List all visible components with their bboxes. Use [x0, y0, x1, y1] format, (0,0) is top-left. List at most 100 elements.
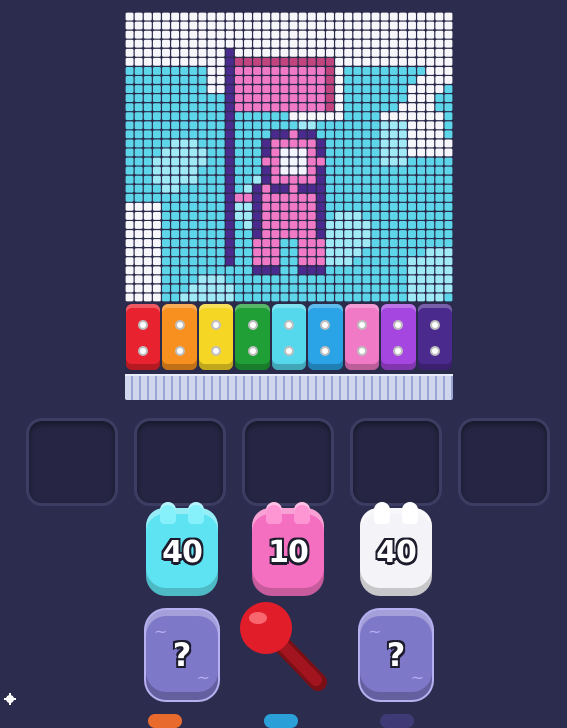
pixel-cell — [362, 85, 371, 93]
pixel-cell — [417, 57, 426, 66]
pixel-cell — [316, 21, 325, 30]
pixel-cell — [280, 239, 289, 248]
pixel-cell — [125, 57, 134, 66]
pixel-cell — [389, 121, 398, 130]
pixel-cell — [426, 103, 435, 112]
pixel-cell — [353, 30, 362, 39]
pixel-cell — [125, 121, 134, 130]
pixel-cell — [207, 112, 216, 121]
block-hole — [211, 320, 222, 330]
pixel-cell — [326, 275, 334, 284]
pixel-cell — [198, 85, 207, 93]
pixel-cell — [298, 193, 307, 202]
pixel-cell — [216, 266, 225, 275]
pixel-cell — [408, 157, 416, 166]
pixel-cell — [162, 221, 170, 229]
pixel-cell — [152, 48, 161, 57]
pixel-cell — [408, 266, 416, 275]
next-shooter-row — [0, 708, 567, 728]
pixel-cell — [408, 76, 416, 84]
pixel-cell — [262, 39, 271, 48]
pixel-cell — [180, 103, 189, 112]
pixel-cell — [289, 121, 298, 130]
pixel-cell — [207, 85, 216, 93]
pixel-cell — [280, 248, 289, 257]
pixel-cell — [444, 202, 453, 211]
pixel-cell — [262, 248, 271, 257]
pixel-cell — [344, 12, 353, 21]
pixel-cell — [271, 148, 280, 157]
pixel-cell — [335, 130, 344, 139]
pixel-cell — [398, 66, 407, 75]
pixel-cell — [125, 39, 134, 48]
empty-slot[interactable] — [26, 418, 118, 506]
empty-slot[interactable] — [242, 418, 334, 506]
block-hole — [283, 320, 294, 330]
pixel-cell — [207, 148, 216, 157]
shooter-pink[interactable]: 10 — [252, 502, 324, 596]
pixel-cell — [344, 166, 353, 175]
pixel-cell — [244, 12, 252, 21]
pixel-cell — [417, 30, 426, 39]
pixel-cell — [435, 66, 444, 75]
gear-icon[interactable] — [4, 693, 16, 705]
pixel-cell — [198, 166, 207, 175]
pixel-cell — [362, 148, 371, 157]
pixel-cell — [189, 284, 198, 293]
pixel-cell — [262, 175, 271, 184]
pixel-cell — [426, 202, 435, 211]
pixel-cell — [244, 221, 252, 229]
pixel-cell — [316, 66, 325, 75]
pixel-cell — [344, 76, 353, 84]
mystery-shooter-left[interactable]: ~ ~ ? — [146, 610, 218, 700]
empty-slot[interactable] — [350, 418, 442, 506]
pixel-cell — [280, 76, 289, 84]
pixel-cell — [143, 148, 152, 157]
color-block-purple — [381, 304, 416, 370]
pixel-cell — [389, 239, 398, 248]
pixel-cell — [162, 85, 170, 93]
pixel-cell — [171, 130, 180, 139]
pixel-cell — [207, 30, 216, 39]
pixel-cell — [326, 130, 334, 139]
pixel-cell — [335, 76, 344, 84]
color-block-pink — [344, 304, 380, 370]
pixel-cell — [189, 175, 198, 184]
pixel-cell — [125, 148, 134, 157]
block-hole — [138, 346, 149, 356]
pixel-cell — [380, 266, 389, 275]
pixel-cell — [125, 175, 134, 184]
pixel-cell — [353, 157, 362, 166]
pixel-cell — [125, 130, 134, 139]
pixel-cell — [326, 121, 334, 130]
pixel-cell — [362, 103, 371, 112]
pixel-cell — [344, 94, 353, 103]
empty-slot[interactable] — [134, 418, 226, 506]
lever-icon[interactable] — [238, 600, 338, 700]
block-hole — [211, 346, 222, 356]
block-hole — [174, 320, 185, 330]
empty-slot[interactable] — [458, 418, 550, 506]
block-hole — [356, 346, 367, 356]
pixel-cell — [353, 94, 362, 103]
pixel-cell — [225, 193, 234, 202]
shooter-white[interactable]: 40 — [360, 502, 432, 596]
pixel-cell — [143, 130, 152, 139]
pixel-cell — [344, 266, 353, 275]
pixel-cell — [280, 48, 289, 57]
pixel-cell — [143, 266, 152, 275]
pixel-cell — [353, 239, 362, 248]
pixel-cell — [353, 85, 362, 93]
pixel-cell — [444, 284, 453, 293]
shooter-cyan[interactable]: 40 — [146, 502, 218, 596]
pixel-cell — [253, 76, 262, 84]
pixel-cell — [207, 66, 216, 75]
pixel-cell — [289, 284, 298, 293]
pixel-cell — [262, 284, 271, 293]
pixel-cell — [253, 103, 262, 112]
pixel-cell — [180, 148, 189, 157]
pixel-cell — [289, 266, 298, 275]
mystery-shooter-right[interactable]: ~ ~ ? — [360, 610, 432, 700]
pixel-cell — [262, 112, 271, 121]
pixel-cell — [380, 166, 389, 175]
